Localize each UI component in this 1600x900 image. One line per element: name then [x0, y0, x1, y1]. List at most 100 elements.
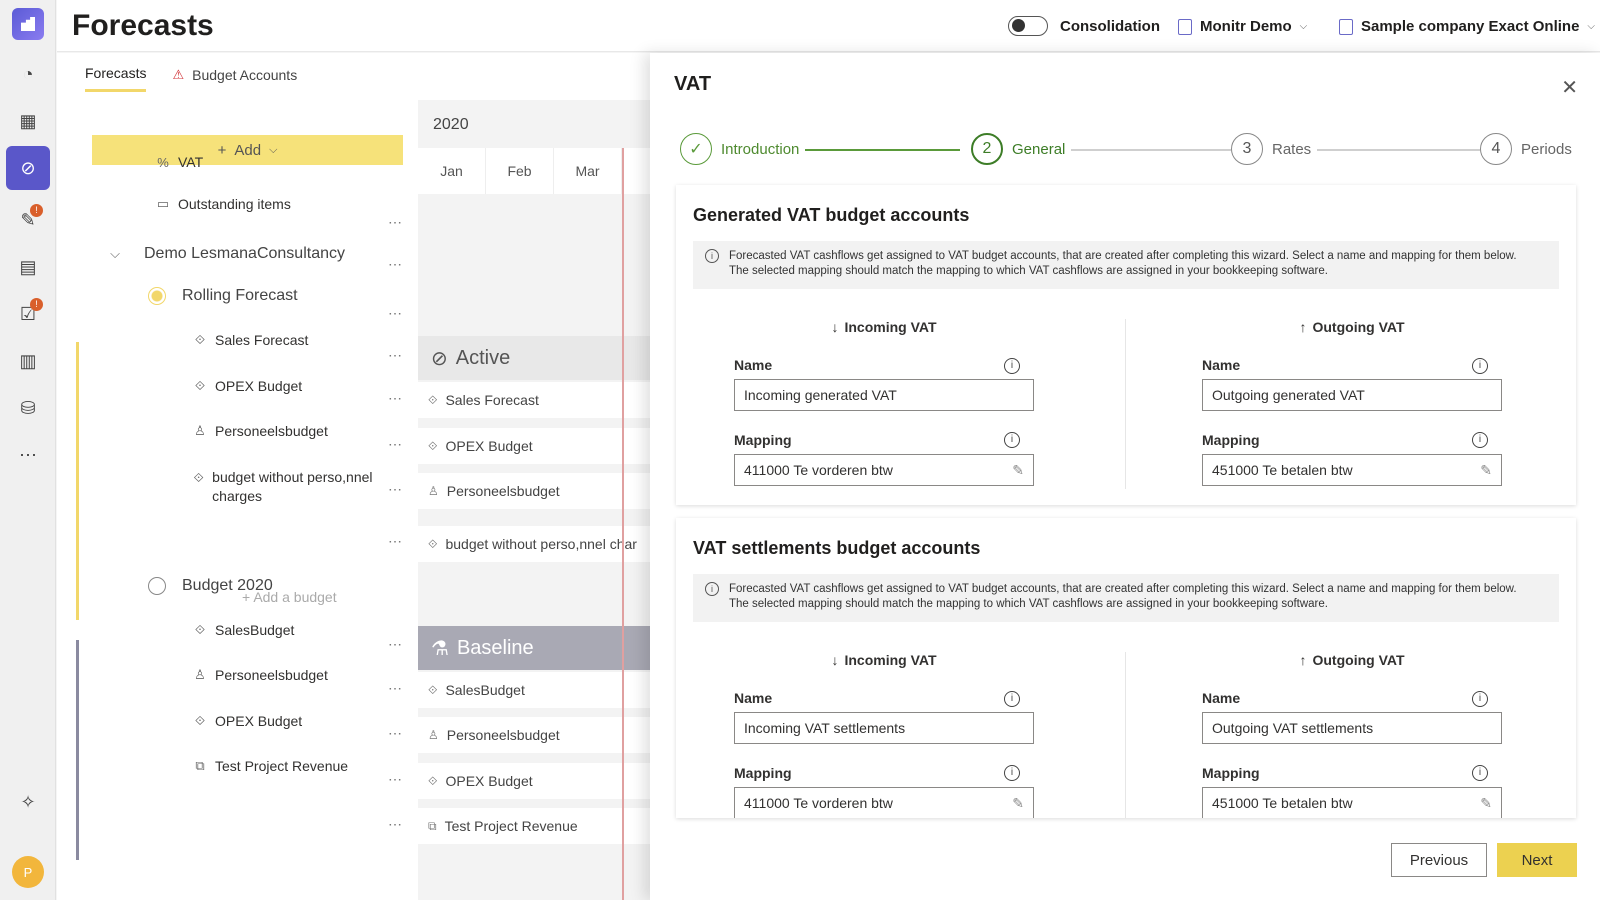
- name-label: Name: [1202, 357, 1241, 373]
- timeline-row[interactable]: ⟐ SalesBudget: [418, 672, 650, 708]
- step-general[interactable]: 2 General: [971, 133, 1072, 165]
- arrow-up-icon: ↑: [1299, 652, 1307, 668]
- tab-forecasts[interactable]: Forecasts: [85, 65, 147, 92]
- timeline-row[interactable]: ⟐ OPEX Budget: [418, 428, 650, 464]
- tree-budget-item[interactable]: ⟐ SalesBudget: [193, 622, 360, 638]
- more-options-icon[interactable]: ⋯: [388, 636, 402, 653]
- tree-group[interactable]: ⌵ Demo LesmanaConsultancy: [108, 245, 360, 263]
- more-options-icon[interactable]: ⋯: [388, 256, 402, 273]
- timeline-row[interactable]: ♙ Personeelsbudget: [418, 717, 650, 753]
- info-icon[interactable]: i: [1472, 765, 1488, 781]
- more-options-icon[interactable]: ⋯: [388, 390, 402, 407]
- name-label: Name: [734, 357, 773, 373]
- info-icon[interactable]: i: [1472, 691, 1488, 707]
- more-options-icon[interactable]: ⋯: [388, 771, 402, 788]
- info-icon[interactable]: i: [1472, 432, 1488, 448]
- more-options-icon[interactable]: ⋯: [388, 816, 402, 833]
- step-rates[interactable]: 3 Rates: [1231, 133, 1318, 165]
- more-options-icon[interactable]: ⋯: [388, 533, 402, 550]
- timeline-row[interactable]: ⟐ Sales Forecast: [418, 382, 650, 418]
- outgoing-name-field[interactable]: Outgoing generated VAT: [1202, 379, 1502, 411]
- month-header: Jan: [418, 148, 486, 194]
- plus-icon: +: [242, 589, 251, 605]
- person-icon: ♙: [428, 728, 439, 742]
- building-icon: [1339, 18, 1353, 35]
- previous-button[interactable]: Previous: [1391, 843, 1487, 877]
- timeline-row[interactable]: ⟐ budget without perso,nnel char: [418, 526, 650, 562]
- org-selector[interactable]: Monitr Demo ⌵: [1178, 18, 1307, 35]
- company-selector[interactable]: Sample company Exact Online ⌵: [1339, 18, 1595, 35]
- check-icon: ✓: [680, 133, 712, 165]
- timeline-year: 2020: [433, 116, 469, 133]
- arrow-up-icon: ↑: [1299, 319, 1307, 335]
- info-icon[interactable]: i: [1004, 432, 1020, 448]
- incoming-mapping-field[interactable]: 411000 Te vorderen btw ✎: [734, 454, 1034, 486]
- incoming-mapping-field[interactable]: 411000 Te vorderen btw ✎: [734, 787, 1034, 818]
- incoming-header: ↓ Incoming VAT: [831, 319, 937, 335]
- timeline-row[interactable]: ♙ Personeelsbudget: [418, 473, 650, 509]
- page-title: Forecasts: [72, 9, 214, 42]
- avatar[interactable]: P: [12, 856, 44, 888]
- info-icon[interactable]: i: [1472, 358, 1488, 374]
- edit-icon: ✎: [1480, 795, 1492, 811]
- budget-icon: ⟐: [428, 682, 438, 697]
- baseline-group-bar: [76, 640, 79, 860]
- info-icon[interactable]: i: [1004, 765, 1020, 781]
- tree-rolling-forecast[interactable]: Rolling Forecast: [148, 287, 360, 305]
- org-selector-label: Monitr Demo: [1200, 18, 1292, 35]
- more-options-icon[interactable]: ⋯: [388, 725, 402, 742]
- mapping-label: Mapping: [734, 765, 792, 781]
- more-options-icon[interactable]: ⋯: [388, 305, 402, 322]
- timeline-row[interactable]: ⧉ Test Project Revenue: [418, 808, 650, 844]
- tree-budget-item[interactable]: ⟐ Sales Forecast: [193, 332, 360, 348]
- budget-icon: ⟐: [428, 392, 438, 407]
- consolidation-toggle[interactable]: [1008, 16, 1048, 36]
- forecast-icon: ⊘: [431, 347, 448, 370]
- add-budget-link[interactable]: + Add a budget: [242, 589, 337, 605]
- next-button[interactable]: Next: [1497, 843, 1577, 877]
- forecast-tree: % VAT ▭ Outstanding items ⌵ Demo LesmanaCo…: [20, 142, 372, 852]
- tree-item-outstanding[interactable]: ▭ Outstanding items: [156, 196, 360, 212]
- info-icon[interactable]: i: [1004, 358, 1020, 374]
- edit-icon: ✎: [1480, 462, 1492, 478]
- wizard-stepper: ✓ Introduction 2 General 3 Rates 4 Periods: [680, 133, 1580, 167]
- building-icon: [1178, 18, 1192, 35]
- close-icon[interactable]: ✕: [1561, 75, 1578, 100]
- tree-budget-item[interactable]: ⟐ OPEX Budget: [193, 378, 360, 394]
- more-options-icon[interactable]: ⋯: [388, 680, 402, 697]
- outgoing-mapping-field[interactable]: 451000 Te betalen btw ✎: [1202, 454, 1502, 486]
- info-icon: i: [705, 249, 719, 263]
- more-options-icon[interactable]: ⋯: [388, 347, 402, 364]
- info-icon[interactable]: i: [1004, 691, 1020, 707]
- outgoing-mapping-field[interactable]: 451000 Te betalen btw ✎: [1202, 787, 1502, 818]
- active-radio-icon[interactable]: [148, 287, 166, 305]
- more-options-icon[interactable]: ⋯: [388, 214, 402, 231]
- company-selector-label: Sample company Exact Online: [1361, 18, 1580, 35]
- timeline-row[interactable]: ⟐ OPEX Budget: [418, 763, 650, 799]
- tree-item-vat[interactable]: % VAT: [156, 154, 360, 170]
- column-divider: [1125, 319, 1126, 489]
- outgoing-name-field[interactable]: Outgoing VAT settlements: [1202, 712, 1502, 744]
- app-logo-icon[interactable]: [12, 8, 44, 40]
- month-header: Feb: [486, 148, 554, 194]
- person-icon: ♙: [194, 667, 206, 682]
- tab-budget-accounts[interactable]: ⚠ Budget Accounts: [172, 65, 297, 92]
- name-label: Name: [734, 690, 773, 706]
- dashboard-icon[interactable]: ◔: [6, 52, 50, 96]
- tree-budget-item[interactable]: ⟐ OPEX Budget: [193, 713, 360, 729]
- column-divider: [1125, 652, 1126, 818]
- grid-icon[interactable]: ▦: [6, 99, 50, 143]
- step-introduction[interactable]: ✓ Introduction: [680, 133, 806, 165]
- budget-icon: ⟐: [194, 713, 206, 728]
- more-options-icon[interactable]: ⋯: [388, 481, 402, 498]
- outgoing-header: ↑ Outgoing VAT: [1299, 319, 1405, 335]
- tree-budget-item[interactable]: ♙ Personeelsbudget: [193, 423, 360, 439]
- step-periods[interactable]: 4 Periods: [1480, 133, 1578, 165]
- tree-budget-item[interactable]: ⧉ Test Project Revenue: [193, 758, 360, 774]
- more-options-icon[interactable]: ⋯: [388, 436, 402, 453]
- incoming-name-field[interactable]: Incoming VAT settlements: [734, 712, 1034, 744]
- incoming-name-field[interactable]: Incoming generated VAT: [734, 379, 1034, 411]
- tree-budget-item[interactable]: ⟐ budget without perso,nnel charges: [193, 468, 383, 506]
- tree-budget-item[interactable]: ♙ Personeelsbudget: [193, 667, 360, 683]
- radio-icon[interactable]: [148, 577, 166, 595]
